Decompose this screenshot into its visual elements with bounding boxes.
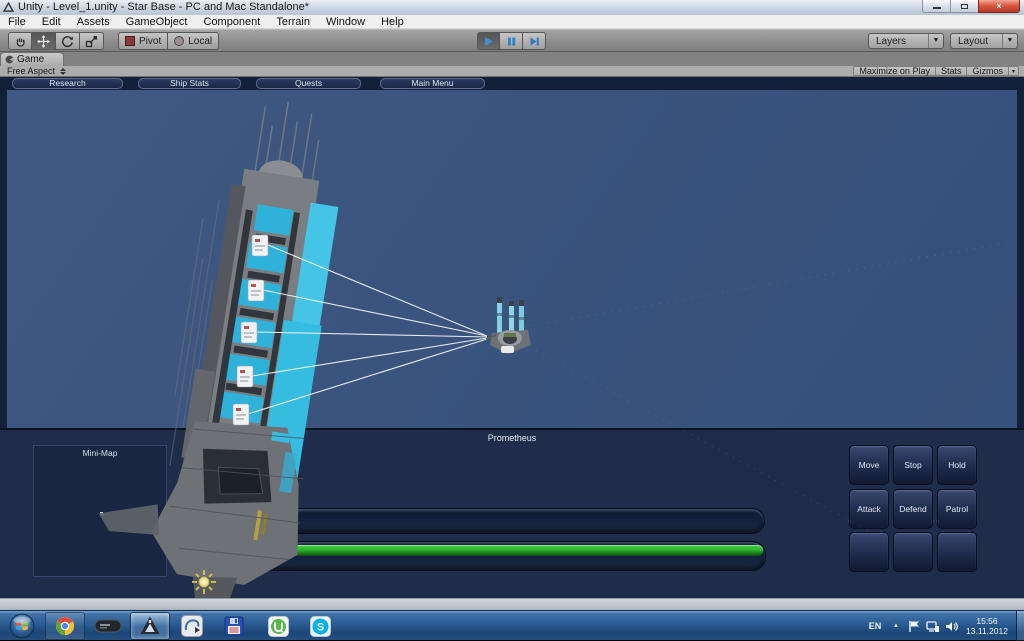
hand-icon	[16, 37, 25, 47]
start-button[interactable]	[2, 612, 42, 640]
tray-expand-icon[interactable]: ▲	[888, 623, 904, 629]
unity-app-icon	[3, 2, 14, 13]
popup-arrows-icon	[60, 67, 67, 75]
stop-button[interactable]: Stop	[893, 445, 933, 485]
empty-command-button[interactable]	[849, 532, 889, 572]
close-button[interactable]: ×	[978, 0, 1020, 13]
empty-command-button[interactable]	[893, 532, 933, 572]
taskbar-clock[interactable]: 15:56 13.11.2012	[961, 616, 1013, 636]
gizmos-dropdown-nub[interactable]: ▾	[1008, 66, 1019, 76]
health-bar	[254, 508, 765, 534]
svg-text:S: S	[316, 621, 323, 633]
chevron-down-icon: ▼	[1002, 34, 1017, 48]
taskbar-editor-save[interactable]	[214, 612, 254, 640]
taskbar-utorrent[interactable]	[258, 612, 298, 640]
minimap-label: Mini-Map	[82, 448, 118, 458]
floppy-disk-icon	[224, 616, 244, 636]
hand-tool-button[interactable]	[8, 32, 32, 50]
tab-game[interactable]: Game	[0, 52, 64, 66]
clock-time: 15:56	[976, 616, 998, 626]
ship-stats-button[interactable]: Ship Stats	[138, 78, 241, 89]
window-frame-bottom	[0, 598, 1024, 610]
patrol-button[interactable]: Patrol	[937, 489, 977, 529]
taskbar-app-pill[interactable]	[88, 612, 128, 640]
scale-icon	[85, 35, 97, 47]
restore-button[interactable]	[951, 0, 978, 13]
gizmos-button[interactable]: Gizmos	[967, 66, 1009, 76]
action-center-flag-icon[interactable]	[904, 620, 923, 633]
desktop: Unity - Level_1.unity - Star Base - PC a…	[0, 0, 1024, 641]
menu-file[interactable]: File	[0, 15, 34, 29]
minimize-button[interactable]	[922, 0, 951, 13]
menu-gameobject[interactable]: GameObject	[118, 15, 196, 29]
unity-icon	[140, 616, 160, 634]
defend-button[interactable]: Defend	[893, 489, 933, 529]
scale-tool-button[interactable]	[80, 32, 104, 50]
quests-button[interactable]: Quests	[256, 78, 361, 89]
show-desktop-button[interactable]	[1016, 611, 1024, 641]
taskbar-unity[interactable]	[130, 612, 170, 640]
rotate-icon	[61, 35, 73, 47]
network-icon[interactable]	[923, 620, 942, 633]
local-axis-icon	[174, 36, 185, 46]
game-scene[interactable]	[7, 90, 1017, 428]
menu-component[interactable]: Component	[195, 15, 268, 29]
menu-bar: File Edit Assets GameObject Component Te…	[0, 15, 1024, 29]
empty-command-button[interactable]	[937, 532, 977, 572]
utorrent-icon	[267, 615, 289, 637]
main-menu-button[interactable]: Main Menu	[380, 78, 485, 89]
pause-icon	[507, 37, 515, 45]
play-button[interactable]	[477, 32, 500, 50]
view-tab-bar: Game	[0, 52, 1024, 66]
menu-assets[interactable]: Assets	[69, 15, 118, 29]
pivot-icon	[125, 36, 135, 46]
play-icon	[485, 36, 493, 46]
windows-start-icon	[9, 613, 35, 639]
taskbar: S EN ▲ 15:56 13.11.2012	[0, 610, 1024, 641]
hud-bottom-panel: Prometheus Mini-Map Move Stop Hold Attac…	[0, 428, 1024, 598]
game-view-toolbar: Free Aspect Maximize on Play Stats Gizmo…	[0, 66, 1024, 77]
volume-icon[interactable]	[942, 620, 961, 633]
menu-window[interactable]: Window	[318, 15, 373, 29]
chevron-down-icon: ▼	[928, 34, 943, 48]
menu-help[interactable]: Help	[373, 15, 412, 29]
step-icon	[530, 37, 539, 45]
minimap[interactable]: Mini-Map	[33, 445, 167, 577]
selected-unit-name: Prometheus	[487, 433, 537, 443]
menu-edit[interactable]: Edit	[34, 15, 69, 29]
move-tool-button[interactable]	[32, 32, 56, 50]
language-indicator[interactable]: EN	[862, 621, 888, 631]
minimap-unit-dot	[100, 512, 103, 515]
taskbar-chrome[interactable]	[45, 612, 85, 640]
energy-bar-fill	[258, 545, 763, 556]
menu-terrain[interactable]: Terrain	[268, 15, 318, 29]
layers-dropdown[interactable]: Layers ▼	[868, 33, 944, 49]
game-view-icon	[5, 55, 14, 64]
taskbar-monodevelop[interactable]	[172, 612, 212, 640]
local-toggle-button[interactable]: Local	[168, 32, 220, 50]
taskbar-skype[interactable]: S	[300, 612, 340, 640]
move-icon	[37, 34, 50, 48]
stats-button[interactable]: Stats	[935, 66, 968, 76]
rotate-tool-button[interactable]	[56, 32, 80, 50]
layout-dropdown[interactable]: Layout ▼	[950, 33, 1018, 49]
monodevelop-icon	[181, 615, 203, 637]
chrome-icon	[56, 617, 74, 635]
hold-button[interactable]: Hold	[937, 445, 977, 485]
game-viewport[interactable]: Research Ship Stats Quests Main Menu Pro…	[0, 77, 1024, 598]
step-button[interactable]	[523, 32, 546, 50]
research-button[interactable]: Research	[12, 78, 123, 89]
aspect-dropdown[interactable]: Free Aspect	[3, 66, 70, 76]
clock-date: 13.11.2012	[966, 626, 1008, 636]
editor-toolbar: Pivot Local Layers ▼ Layout ▼	[0, 29, 1024, 52]
skype-icon: S	[309, 615, 331, 637]
attack-button[interactable]: Attack	[849, 489, 889, 529]
pause-button[interactable]	[500, 32, 523, 50]
pivot-toggle-button[interactable]: Pivot	[118, 32, 169, 50]
window-title: Unity - Level_1.unity - Star Base - PC a…	[18, 1, 310, 13]
energy-bar	[254, 541, 766, 571]
move-button[interactable]: Move	[849, 445, 889, 485]
pill-app-icon	[94, 619, 122, 633]
maximize-on-play-button[interactable]: Maximize on Play	[853, 66, 936, 76]
